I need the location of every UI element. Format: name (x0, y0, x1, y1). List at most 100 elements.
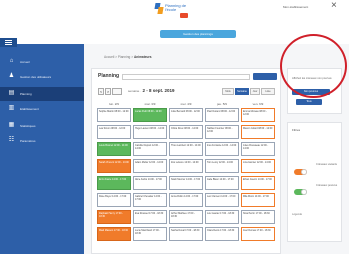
people-icon: ♟ (8, 73, 15, 79)
planning-slot[interactable]: Zoé Lefevre 12:00 - 14:00 (169, 159, 203, 173)
planning-slot[interactable]: Clara Denis 17:00 - 18:30 (205, 227, 239, 241)
planning-slot[interactable]: Léa Simon 08:00 - 12:00 (97, 125, 131, 139)
sidebar: ⌂ Accueil ♟ Gestion des utilisateurs ▤ Planni… (0, 38, 84, 254)
planning-panel: Planning < > semaine · 2 - 8 sept. 2019 … (91, 68, 281, 254)
planning-slot[interactable]: Mila Morin 14:00 - 17:00 (241, 193, 275, 207)
planning-slot[interactable]: Lina Garnier 12:00 - 14:00 (241, 159, 275, 173)
planning-slot[interactable]: Ethan Guerin 14:00 - 17:00 (241, 176, 275, 190)
planning-slot[interactable]: Hugo Laurent 08:00 - 12:00 (133, 125, 167, 139)
week-prefix: semaine · (128, 89, 142, 93)
all-slots-button[interactable]: Tous (296, 99, 322, 105)
week-range-label: semaine · 2 - 8 sept. 2019 (128, 88, 174, 93)
filters-card: Filtres Créneaux vacants Créneaux pourvu… (287, 122, 342, 242)
planning-slot[interactable]: Sarah Vincent 12:00 - 14:00 (97, 159, 131, 173)
app-logo-icon (154, 3, 164, 14)
planning-select-input[interactable] (122, 74, 250, 80)
week-toolbar: < > semaine · 2 - 8 sept. 2019 Mois Semai… (98, 88, 276, 96)
view-button-3[interactable]: Liste (261, 88, 275, 95)
planning-slot[interactable]: Nina Perrin 17:00 - 18:30 (241, 210, 275, 224)
planning-slot[interactable]: Anna Robin 14:00 - 17:00 (169, 193, 203, 207)
sidebar-item-2[interactable]: ▤ Planning (0, 87, 84, 101)
planning-slot[interactable]: Léo Clément 14:00 - 17:00 (205, 193, 239, 207)
today-button[interactable] (112, 88, 122, 95)
app-logo-text: Planning de l'école (165, 3, 187, 12)
planning-slot[interactable]: Louis Bonnet 12:00 - 14:00 (97, 142, 131, 156)
planning-slot[interactable]: Chloé Roux 08:00 - 12:00 (169, 125, 203, 139)
planning-action-button[interactable] (253, 73, 277, 80)
sidebar-item-0[interactable]: ⌂ Accueil (0, 55, 84, 69)
planning-slot[interactable]: Inès Fontaine 12:00 - 14:00 (205, 142, 239, 156)
view-button-1[interactable]: Semaine (235, 88, 249, 95)
planning-slot[interactable]: Camille Dupont 12:00 - 14:00 (133, 142, 167, 156)
planning-slot[interactable]: Axel Dumas 17:00 - 18:30 (241, 227, 275, 241)
column-header: ven. 6/9 (252, 102, 264, 106)
sidebar-item-1[interactable]: ♟ Gestion des utilisateurs (0, 70, 84, 84)
planning-slot[interactable]: Jade Blanc 14:00 - 17:00 (205, 176, 239, 190)
calendar-icon: ▤ (8, 90, 15, 96)
planning-slot[interactable]: Eva Roussel 17:00 - 18:30 (133, 210, 167, 224)
planning-slot[interactable]: Théo Lambert 12:00 - 14:00 (169, 142, 203, 156)
prev-week-button[interactable]: < (98, 88, 104, 95)
planning-management-button[interactable]: Gestion des plannings (160, 30, 236, 38)
planning-slot[interactable]: Arthur Mathieu 17:00 - 18:30 (169, 210, 203, 224)
settings-icon: ☷ (8, 137, 15, 143)
hamburger-menu-icon[interactable] (0, 38, 17, 47)
page-title: Planning (98, 73, 120, 79)
next-week-button[interactable]: > (105, 88, 111, 95)
toggle-knob (301, 189, 307, 195)
chart-icon: ▦ (8, 122, 15, 128)
planning-slot[interactable]: Raphaël Henry 17:00 - 18:30 (97, 210, 131, 224)
column-header: lun. 2/9 (109, 102, 119, 106)
sidebar-item-3[interactable]: ▥ Etablissement (0, 102, 84, 116)
sidebar-item-label: Accueil (20, 60, 30, 64)
toggle-label-vacant: Créneaux vacants (316, 163, 337, 166)
highlight-circle (280, 34, 347, 98)
planning-slot[interactable]: Sacha Duval 17:00 - 18:30 (169, 227, 203, 241)
vacant-slots-toggle[interactable] (294, 169, 307, 175)
sidebar-item-5[interactable]: ☷ Paramètres (0, 134, 84, 148)
planning-slot[interactable]: Tom Leroy 12:00 - 14:00 (205, 159, 239, 173)
breadcrumb: Accueil > Planning > Animateurs (104, 55, 152, 59)
breadcrumb-current: Animateurs (133, 55, 152, 59)
filled-slots-toggle[interactable] (294, 189, 307, 195)
sidebar-item-label: Planning (20, 92, 32, 96)
planning-slot[interactable]: Paul Durand 08:00 - 12:00 (205, 108, 239, 122)
sidebar-item-label: Statistiques (20, 124, 36, 128)
sidebar-item-4[interactable]: ▦ Statistiques (0, 119, 84, 133)
planning-slot[interactable]: Julie Bernard 08:00 - 12:00 (169, 108, 203, 122)
planning-slot[interactable]: Lou Gautier 17:00 - 18:30 (205, 210, 239, 224)
planning-slot[interactable]: Adam Muller 12:00 - 14:00 (133, 159, 167, 173)
view-button-0[interactable]: Mois (222, 88, 234, 95)
logo-badge (180, 13, 188, 18)
sidebar-item-label: Etablissement (20, 107, 39, 111)
planning-slot[interactable]: Lucie Marchand 17:00 - 18:30 (133, 227, 167, 241)
breadcrumb-path[interactable]: Accueil > Planning > (104, 55, 134, 59)
planning-slot[interactable]: Nathan Fournier 08:00 - 12:00 (205, 125, 239, 139)
planning-slot[interactable]: Emma Moreau 08:00 - 12:00 (241, 108, 275, 122)
close-icon[interactable]: × (331, 1, 337, 11)
column-header: jeu. 5/9 (217, 102, 227, 106)
sidebar-item-label: Paramètres (20, 139, 36, 143)
filters-heading: Filtres (292, 128, 301, 132)
column-header: mar. 3/9 (144, 102, 156, 106)
planning-slot[interactable]: Maël Masson 17:00 - 18:30 (97, 227, 131, 241)
planning-slot[interactable]: Jules Rousseau 12:00 - 14:00 (241, 142, 275, 156)
toggle-knob (301, 169, 307, 175)
planning-slot[interactable]: Enzo Faure 14:00 - 17:00 (97, 176, 131, 190)
view-button-2[interactable]: Jour (250, 88, 260, 95)
planning-slot[interactable]: Lucas Petit 08:00 - 12:00 (133, 108, 167, 122)
planning-slot[interactable]: Rose Boyer 14:00 - 17:00 (97, 193, 131, 207)
sidebar-item-label: Gestion des utilisateurs (20, 75, 52, 79)
building-icon: ▥ (8, 105, 15, 111)
planning-slot[interactable]: Sophie Martin 08:00 - 12:00 (97, 108, 131, 122)
planning-slot[interactable]: Alice André 14:00 - 17:00 (133, 176, 167, 190)
planning-slot[interactable]: Gabriel Chevalier 14:00 - 17:00 (133, 193, 167, 207)
planning-slot[interactable]: Manon Girard 08:00 - 12:00 (241, 125, 275, 139)
column-header: mer. 4/9 (180, 102, 192, 106)
toggle-label-filled: Créneaux pourvus (316, 184, 338, 187)
legend-label: Légende (292, 213, 303, 216)
user-menu[interactable]: Mon établissement (283, 5, 308, 9)
week-range: 2 - 8 sept. 2019 (142, 88, 175, 93)
planning-slot[interactable]: Noah Mercier 14:00 - 17:00 (169, 176, 203, 190)
home-icon: ⌂ (9, 58, 14, 64)
